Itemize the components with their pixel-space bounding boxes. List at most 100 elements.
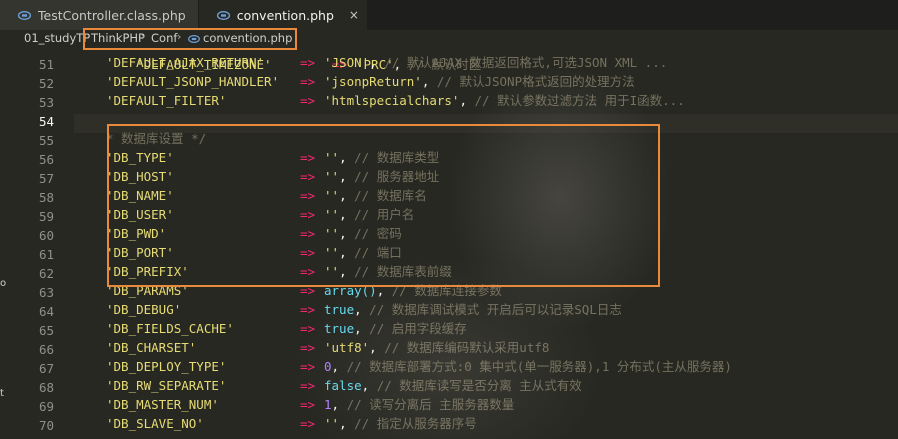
config-key: 'DEFAULT_AJAX_RETURN' <box>106 55 265 70</box>
comma: , <box>354 302 362 317</box>
code-line: 'DB_DEPLOY_TYPE' => 0, // 数据库部署方式:0 集中式(单一… <box>74 357 898 376</box>
line-number-gutter: 51 52 53 54 55 56 57 58 59 60 61 62 63 64 65 66 67 68 69 70 <box>0 48 74 439</box>
comma: , <box>339 416 347 431</box>
code-line: 'DB_CHARSET' => 'utf8', // 数据库编码默认采用utf8 <box>74 338 898 357</box>
code-comment: // 默认参数过滤方法 用于I函数... <box>474 93 685 108</box>
comma: , <box>369 340 377 355</box>
code-line: 'DB_RW_SEPARATE' => false, // 数据库读写是否分离 主从… <box>74 376 898 395</box>
arrow-operator: => <box>300 283 316 298</box>
section-comment: * 数据库设置 */ <box>106 131 207 146</box>
config-key: 'DB_DEPLOY_TYPE' <box>106 359 227 374</box>
line-number: 59 <box>38 209 54 224</box>
tab-testcontroller[interactable]: TestController.class.php <box>0 0 199 30</box>
comma: , <box>339 245 347 260</box>
breadcrumb-item-thinkphp[interactable]: ThinkPHP <box>91 31 145 45</box>
arrow-operator: => <box>300 150 316 165</box>
comma: , <box>361 378 370 393</box>
line-number: 61 <box>38 247 54 262</box>
breadcrumb-separator: › <box>141 30 146 43</box>
comma: , <box>339 188 347 203</box>
line-number: 56 <box>38 152 54 167</box>
arrow-operator: => <box>300 188 316 203</box>
comma: , <box>331 359 340 374</box>
config-key: 'DB_USER' <box>106 207 174 222</box>
code-line: 'DB_HOST' => '', // 服务器地址 <box>74 167 898 186</box>
code-comment: // 数据库读写是否分离 主从式有效 <box>376 378 582 393</box>
breadcrumb: 01_studyTP ThinkPHP › Conf › convention.… <box>0 30 898 48</box>
code-line: 'DB_DEBUG' => true, // 数据库调试模式 开启后可以记录SQL日… <box>74 300 898 319</box>
code-comment: // 数据库编码默认采用utf8 <box>384 340 550 355</box>
breadcrumb-item-project[interactable]: 01_studyTP <box>24 31 90 45</box>
config-key: 'DB_DEBUG' <box>106 302 182 317</box>
code-editor[interactable]: 'DEFAULT_TIMEZONE' => 'PRC', // 默认时区 'DEFA… <box>74 48 898 439</box>
line-number: 57 <box>38 171 54 186</box>
code-line: 'DB_PARAMS' => array(), // 数据库连接参数 <box>74 281 898 300</box>
comma: , <box>339 226 347 241</box>
code-line: 'DB_NAME' => '', // 数据库名 <box>74 186 898 205</box>
comma: , <box>339 264 347 279</box>
code-line: 'DB_USER' => '', // 用户名 <box>74 205 898 224</box>
config-key: 'DB_CHARSET' <box>106 340 197 355</box>
config-key: 'DB_FIELDS_CACHE' <box>106 321 234 336</box>
code-line: 'DB_PWD' => '', // 密码 <box>74 224 898 243</box>
tab-label: convention.php <box>236 7 334 23</box>
config-value: true <box>324 302 355 317</box>
breadcrumb-item-file[interactable]: convention.php <box>188 31 292 45</box>
config-value: 0 <box>324 359 332 374</box>
code-line: 'DB_FIELDS_CACHE' => true, // 启用字段缓存 <box>74 319 898 338</box>
code-line: 'DEFAULT_AJAX_RETURN' => 'JSON', // 默认AJAX… <box>74 53 898 72</box>
code-comment: // 默认JSONP格式返回的处理方法 <box>436 74 635 89</box>
config-value: 1 <box>324 397 332 412</box>
arrow-operator: => <box>300 302 316 317</box>
config-value: 'JSON' <box>324 55 370 70</box>
breadcrumb-separator: › <box>177 30 182 43</box>
config-value: '' <box>324 264 340 279</box>
arrow-operator: => <box>300 340 316 355</box>
php-file-icon <box>188 35 200 43</box>
code-line: 'DB_TYPE' => '', // 数据库类型 <box>74 148 898 167</box>
line-number: 55 <box>38 133 54 148</box>
line-number: 53 <box>38 95 54 110</box>
config-key: 'DB_TYPE' <box>106 150 174 165</box>
comma: , <box>339 150 347 165</box>
line-number: 67 <box>38 361 54 376</box>
comma: , <box>339 169 347 184</box>
close-icon[interactable]: × <box>349 8 359 22</box>
arrow-operator: => <box>300 169 316 184</box>
line-number: 60 <box>38 228 54 243</box>
code-comment: // 服务器地址 <box>354 169 440 184</box>
line-number: 65 <box>38 323 54 338</box>
config-key: 'DB_PARAMS' <box>106 283 189 298</box>
arrow-operator: => <box>300 93 316 108</box>
arrow-operator: => <box>300 359 316 374</box>
comma: , <box>421 74 430 89</box>
code-comment: // 用户名 <box>354 207 415 222</box>
config-key: 'DB_RW_SEPARATE' <box>106 378 227 393</box>
comma: , <box>331 397 340 412</box>
line-number: 69 <box>38 399 54 414</box>
panel-fragment: o <box>0 278 7 289</box>
breadcrumb-item-conf[interactable]: Conf <box>151 31 177 45</box>
code-comment: // 启用字段缓存 <box>369 321 467 336</box>
arrow-operator: => <box>300 55 316 70</box>
panel-fragment: t <box>0 388 4 399</box>
code-line: 'DB_PORT' => '', // 端口 <box>74 243 898 262</box>
code-line: 'DB_PREFIX' => '', // 数据库表前缀 <box>74 262 898 281</box>
line-number: 64 <box>38 304 54 319</box>
config-key: 'DB_NAME' <box>106 188 174 203</box>
arrow-operator: => <box>300 245 316 260</box>
line-number: 62 <box>38 266 54 281</box>
config-value: 'htmlspecialchars' <box>324 93 460 108</box>
php-file-icon <box>216 10 230 20</box>
config-value: '' <box>324 207 340 222</box>
config-value: array() <box>324 283 377 298</box>
line-number: 54 <box>38 114 54 129</box>
tab-convention[interactable]: convention.php × <box>198 0 368 30</box>
breadcrumb-file-label: convention.php <box>203 31 293 45</box>
code-line: * 数据库设置 */ <box>74 129 898 148</box>
code-line: 'DEFAULT_JSONP_HANDLER' =>'jsonpReturn', … <box>74 72 898 91</box>
config-key: 'DB_PORT' <box>106 245 174 260</box>
line-number: 52 <box>38 76 54 91</box>
config-value: '' <box>324 416 340 431</box>
